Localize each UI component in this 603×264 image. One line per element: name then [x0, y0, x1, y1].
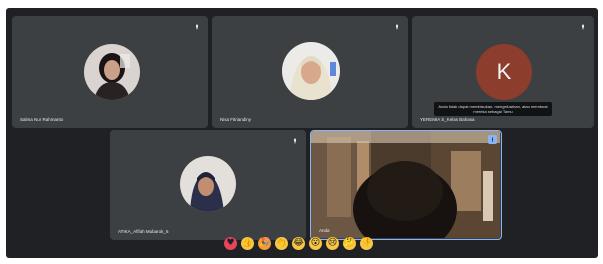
participant-tile[interactable]: ATIKA_Afifah Mubarok_6: [110, 130, 306, 240]
participant-avatar: [282, 42, 340, 100]
sad-face-icon[interactable]: 😢: [326, 236, 339, 250]
self-video-tile[interactable]: Anda: [310, 130, 502, 240]
meeting-grid: Salma Nur Rahmanto Nisa Fitriandiny K YE…: [6, 8, 598, 258]
participant-name: Nisa Fitriandiny: [220, 117, 252, 122]
thumbs-up-icon[interactable]: 👍: [241, 236, 254, 250]
clapping-hands-icon[interactable]: 👏: [275, 236, 288, 250]
thinking-face-icon[interactable]: 🤔: [343, 236, 356, 250]
mic-muted-icon: [292, 138, 298, 144]
surprised-face-icon[interactable]: 😮: [309, 236, 322, 250]
participant-name: Anda: [319, 228, 330, 233]
reaction-bar: ♥ 👍 🎉 👏 😂 😮 😢 🤔 👎: [224, 236, 373, 250]
participant-avatar-letter: K: [476, 44, 532, 100]
heart-icon[interactable]: ♥: [224, 236, 237, 250]
thumbs-down-icon[interactable]: 👎: [360, 236, 373, 250]
participant-tile[interactable]: Salma Nur Rahmanto: [12, 16, 208, 128]
participant-name: ATIKA_Afifah Mubarok_6: [118, 229, 169, 234]
party-popper-icon[interactable]: 🎉: [258, 236, 271, 250]
mic-muted-icon: [580, 24, 586, 30]
participant-name: YEREMIA S_Kelas Bahasa: [420, 117, 475, 122]
participant-tile[interactable]: K YEREMIA S_Kelas Bahasa Anda tidak dapa…: [412, 16, 594, 128]
camera-video-feed: [311, 131, 500, 238]
tooltip: Anda tidak dapat membisukan, mengeluarka…: [434, 102, 552, 116]
more-options-icon[interactable]: [488, 135, 497, 144]
participant-name: Salma Nur Rahmanto: [20, 117, 64, 122]
mic-muted-icon: [194, 24, 200, 30]
mic-muted-icon: [394, 24, 400, 30]
laughing-face-icon[interactable]: 😂: [292, 236, 305, 250]
participant-avatar: [84, 44, 140, 100]
participant-tile[interactable]: Nisa Fitriandiny: [212, 16, 408, 128]
participant-avatar: [180, 156, 236, 212]
